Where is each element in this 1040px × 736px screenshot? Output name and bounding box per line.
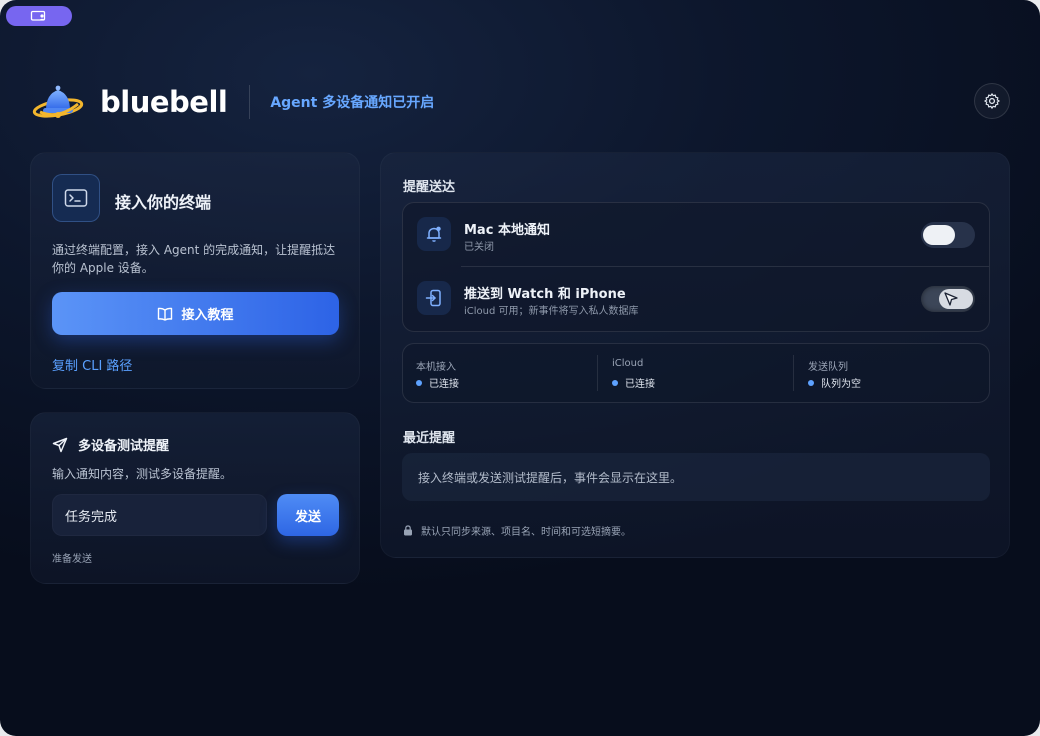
status-value: 队列为空 <box>808 375 861 390</box>
tutorial-button[interactable]: 接入教程 <box>52 292 339 335</box>
privacy-note-text: 默认只同步来源、项目名、时间和可选短摘要。 <box>421 527 631 538</box>
status-local: 本机接入 已连接 <box>403 344 599 402</box>
notify-status-text: Agent 多设备通知已开启 <box>270 95 435 111</box>
send-status-text: 准备发送 <box>52 554 92 565</box>
connect-description: 通过终端配置，接入 Agent 的完成通知，让提醒抵达你的 Apple 设备。 <box>52 243 336 275</box>
terminal-icon <box>64 189 88 207</box>
status-value: 已连接 <box>416 375 459 390</box>
app-window: bluebell Agent 多设备通知已开启 接入你的终端 通过终端配置，接入… <box>0 0 1040 736</box>
recent-empty-state: 接入终端或发送测试提醒后，事件会显示在这里。 <box>402 453 990 501</box>
status-value-text: 已连接 <box>429 379 459 390</box>
delivery-card: 提醒送达 Mac 本地通知 已关闭 推送到 Watch 和 iPhone iCl… <box>380 152 1010 558</box>
tutorial-button-label: 接入教程 <box>181 307 234 322</box>
gear-icon <box>984 93 1000 109</box>
test-header: 多设备测试提醒 <box>52 435 169 454</box>
paper-plane-icon <box>52 437 68 452</box>
status-queue: 发送队列 队列为空 <box>795 344 991 402</box>
brand-header: bluebell Agent 多设备通知已开启 <box>32 80 434 124</box>
header-divider <box>249 85 251 119</box>
delivery-title: 提醒送达 <box>403 180 456 195</box>
device-push-icon <box>425 289 441 307</box>
status-divider <box>793 355 794 391</box>
status-dot <box>612 379 618 386</box>
connect-terminal-card: 接入你的终端 通过终端配置，接入 Agent 的完成通知，让提醒抵达你的 App… <box>30 152 360 389</box>
channel-subtitle: iCloud 可用；新事件将写入私人数据库 <box>464 306 639 317</box>
privacy-note: 默认只同步来源、项目名、时间和可选短摘要。 <box>403 523 631 538</box>
connect-title: 接入你的终端 <box>115 193 212 212</box>
mac-notify-toggle[interactable] <box>921 222 975 248</box>
channel-title: Mac 本地通知 <box>464 223 550 238</box>
brand-name: bluebell <box>100 85 228 119</box>
toggle-knob <box>923 225 955 245</box>
test-title: 多设备测试提醒 <box>78 439 170 454</box>
window-pill[interactable] <box>6 6 72 26</box>
channel-row-watch-iphone: 推送到 Watch 和 iPhone iCloud 可用；新事件将写入私人数据库 <box>403 267 989 331</box>
status-label: 发送队列 <box>808 362 848 373</box>
status-value: 已连接 <box>612 375 655 390</box>
status-icloud: iCloud 已连接 <box>599 344 795 402</box>
channel-icon-box <box>417 217 451 251</box>
status-dot <box>808 379 814 386</box>
status-label: iCloud <box>612 358 644 369</box>
status-label: 本机接入 <box>416 362 456 373</box>
channel-list: Mac 本地通知 已关闭 推送到 Watch 和 iPhone iCloud 可… <box>402 202 990 332</box>
test-description: 输入通知内容，测试多设备提醒。 <box>52 467 233 481</box>
status-divider <box>597 355 598 391</box>
status-dot <box>416 379 422 386</box>
status-value-text: 已连接 <box>625 379 655 390</box>
notification-content-input[interactable] <box>52 494 267 536</box>
window-user-icon <box>30 10 46 21</box>
channel-title: 推送到 Watch 和 iPhone <box>464 287 626 302</box>
channel-subtitle: 已关闭 <box>464 242 494 253</box>
terminal-icon-box <box>52 174 100 222</box>
channel-icon-box <box>417 281 451 315</box>
copy-cli-path-link[interactable]: 复制 CLI 路径 <box>52 355 132 374</box>
watch-iphone-push-toggle[interactable] <box>921 286 975 312</box>
recent-title: 最近提醒 <box>403 431 456 446</box>
bell-icon <box>426 226 442 242</box>
bell-logo-icon <box>32 85 84 118</box>
connection-status-strip: 本机接入 已连接 iCloud 已连接 发送队列 队列为空 <box>402 343 990 403</box>
multi-device-test-card: 多设备测试提醒 输入通知内容，测试多设备提醒。 发送 准备发送 <box>30 412 360 584</box>
lock-icon <box>404 525 412 536</box>
settings-button[interactable] <box>974 83 1010 119</box>
send-button[interactable]: 发送 <box>277 494 339 536</box>
book-icon <box>158 307 173 321</box>
status-value-text: 队列为空 <box>821 379 861 390</box>
channel-row-mac-local: Mac 本地通知 已关闭 <box>403 203 989 267</box>
cursor-icon <box>944 292 958 306</box>
